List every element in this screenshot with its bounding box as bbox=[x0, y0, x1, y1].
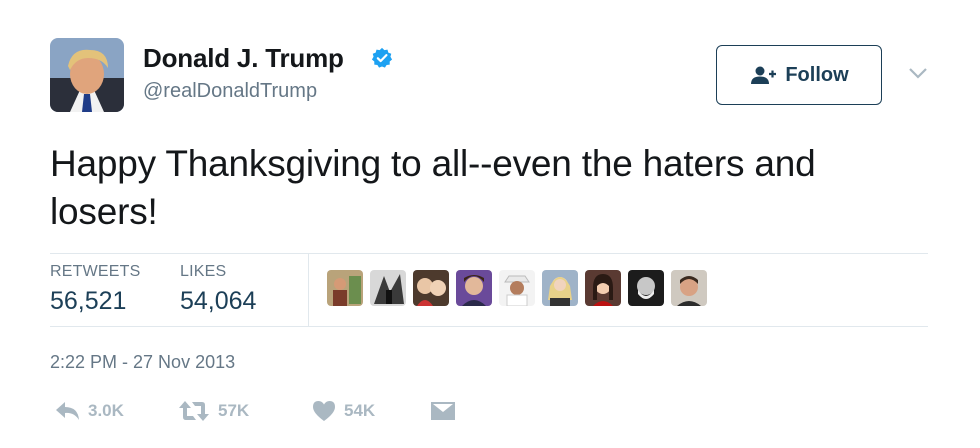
like-count: 54K bbox=[344, 401, 376, 420]
liker-avatar[interactable] bbox=[327, 270, 363, 306]
like-button[interactable]: 54K bbox=[312, 400, 375, 422]
retweet-count: 57K bbox=[218, 401, 250, 420]
follow-user-icon bbox=[751, 66, 777, 84]
liker-avatar[interactable] bbox=[499, 270, 535, 306]
tweet-text: Happy Thanksgiving to all--even the hate… bbox=[50, 143, 816, 232]
likes-count[interactable]: 54,064 bbox=[180, 287, 256, 316]
liker-avatar[interactable] bbox=[542, 270, 578, 306]
chevron-down-icon[interactable] bbox=[907, 66, 929, 80]
stats-bottom-divider bbox=[50, 326, 928, 327]
follow-button[interactable]: Follow bbox=[716, 45, 882, 105]
profile-avatar[interactable] bbox=[50, 38, 124, 112]
liker-avatar[interactable] bbox=[370, 270, 406, 306]
direct-message-button[interactable] bbox=[430, 400, 456, 422]
liker-avatars bbox=[327, 270, 707, 306]
retweets-count[interactable]: 56,521 bbox=[50, 287, 126, 316]
direct-message-icon bbox=[431, 402, 455, 420]
follow-button-label: Follow bbox=[785, 63, 849, 86]
retweet-icon bbox=[179, 401, 209, 421]
verified-badge-icon bbox=[371, 47, 393, 68]
display-name[interactable]: Donald J. Trump bbox=[143, 43, 344, 74]
retweets-label: RETWEETS bbox=[50, 263, 141, 280]
liker-avatar[interactable] bbox=[628, 270, 664, 306]
tweet-card: Donald J. Trump @realDonaldTrump Follow … bbox=[0, 0, 980, 448]
liker-avatar[interactable] bbox=[671, 270, 707, 306]
retweet-button[interactable]: 57K bbox=[178, 400, 249, 422]
tweet-timestamp[interactable]: 2:22 PM - 27 Nov 2013 bbox=[50, 352, 235, 373]
likes-label: LIKES bbox=[180, 263, 227, 280]
reply-button[interactable]: 3.0K bbox=[54, 400, 124, 422]
reply-icon bbox=[56, 402, 79, 420]
stats-separator bbox=[308, 254, 309, 326]
liker-avatar[interactable] bbox=[585, 270, 621, 306]
reply-count: 3.0K bbox=[88, 401, 124, 420]
stats-top-divider bbox=[50, 253, 928, 254]
liker-avatar[interactable] bbox=[456, 270, 492, 306]
user-handle[interactable]: @realDonaldTrump bbox=[143, 80, 317, 103]
heart-icon bbox=[313, 401, 335, 421]
liker-avatar[interactable] bbox=[413, 270, 449, 306]
